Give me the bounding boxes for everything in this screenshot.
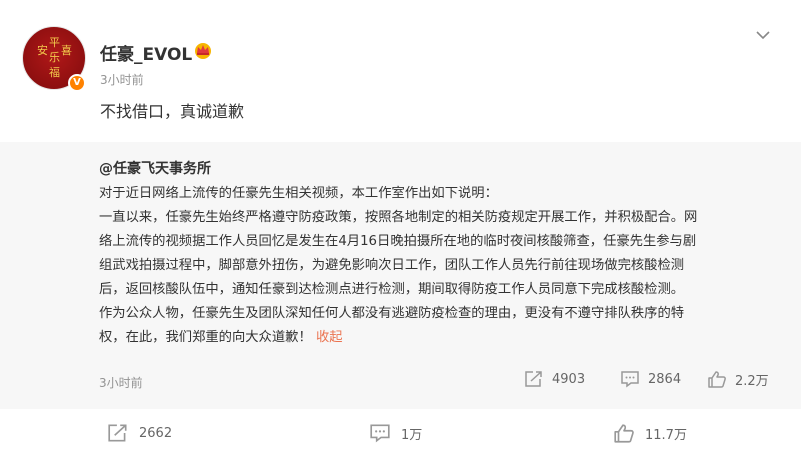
repost-like-button[interactable]: 2.2万 <box>707 370 769 389</box>
verified-v-icon: V <box>68 74 86 92</box>
repost-time[interactable]: 3小时前 <box>99 374 143 391</box>
comment-icon <box>621 371 639 388</box>
avatar-glyph: 安 <box>37 44 48 57</box>
repost-line: 作为公众人物，任豪先生及团队深知任何人都没有逃避防疫检查的理由，更没有不遵守排队… <box>99 306 685 321</box>
avatar-glyph: 乐 <box>49 51 60 64</box>
comment-count: 1万 <box>401 427 423 443</box>
repost-repost-button[interactable]: 4903 <box>524 370 585 388</box>
post-text: 不找借口，真诚道歉 <box>100 102 245 121</box>
comment-button[interactable]: 1万 <box>369 423 422 443</box>
repost-like-count: 2.2万 <box>735 374 769 389</box>
repost-icon <box>525 371 542 387</box>
collapse-link[interactable]: 收起 <box>316 330 343 345</box>
repost-count: 2662 <box>139 425 173 441</box>
like-button[interactable]: 11.7万 <box>613 423 687 444</box>
avatar-glyph: 福 <box>49 66 60 79</box>
post-time[interactable]: 3小时前 <box>100 71 144 88</box>
chevron-down-icon[interactable] <box>755 30 771 40</box>
repost-author-link[interactable]: @任豪飞天事务所 <box>99 158 211 178</box>
crown-icon[interactable] <box>193 41 213 59</box>
repost-line: 一直以来，任豪先生始终严格遵守防疫政策，按照各地制定的相关防疫规定开展工作，并积… <box>99 210 698 225</box>
repost-line: 后，返回核酸队伍中，通知任豪到达检测点进行检测，期间取得防疫工作人员同意下完成核… <box>99 282 685 297</box>
repost-line: 络上流传的视频据工作人员回忆是发生在4月16日晚拍摄所在地的临时夜间核酸筛查，任… <box>99 234 697 249</box>
like-count: 11.7万 <box>645 428 687 443</box>
repost-comment-button[interactable]: 2864 <box>620 370 681 388</box>
avatar-glyph: 平 <box>49 36 60 49</box>
repost-line: 组武戏拍摄过程中，脚部意外扭伤，为避免影响次日工作，团队工作人员先行前往现场做完… <box>99 258 685 273</box>
repost-icon <box>108 424 127 442</box>
thumb-up-icon <box>614 424 634 443</box>
username-link[interactable]: 任豪_EVOL <box>100 40 192 65</box>
thumb-up-icon <box>708 371 726 388</box>
repost-line-last: 权，在此，我们郑重的向大众道歉！ 收起 <box>99 326 789 350</box>
repost-button[interactable]: 2662 <box>107 423 172 443</box>
repost-line: 权，在此，我们郑重的向大众道歉！ <box>99 330 312 345</box>
avatar-glyph: 喜 <box>61 44 72 57</box>
weibo-post-card: 平 安 喜 乐 福 V 任豪_EVOL 3小时前 不找借口，真诚道歉 @任豪飞天… <box>0 0 801 456</box>
repost-repost-count: 4903 <box>552 371 586 387</box>
repost-comment-count: 2864 <box>648 371 682 387</box>
repost-body: 对于近日网络上流传的任豪先生相关视频，本工作室作出如下说明： 一直以来，任豪先生… <box>99 182 789 350</box>
comment-icon <box>370 424 390 443</box>
repost-line: 对于近日网络上流传的任豪先生相关视频，本工作室作出如下说明： <box>99 186 498 201</box>
